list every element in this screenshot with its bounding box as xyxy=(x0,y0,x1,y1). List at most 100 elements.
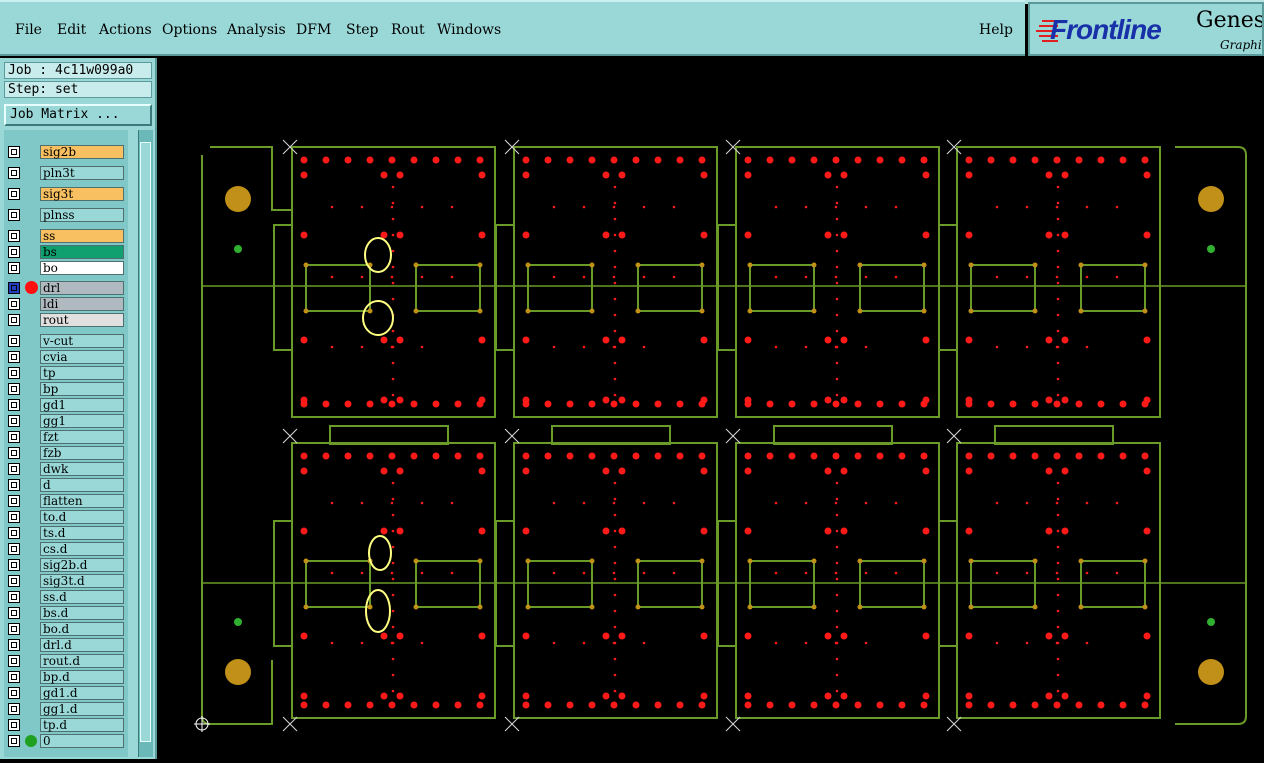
layer-row-v-cut[interactable]: v-cut xyxy=(4,333,128,349)
layer-row-ldi[interactable]: ldi xyxy=(4,296,128,312)
layer-checkbox[interactable] xyxy=(8,735,20,747)
layer-row-drl-d[interactable]: drl.d xyxy=(4,637,128,653)
layer-checkbox[interactable] xyxy=(8,719,20,731)
layer-checkbox[interactable] xyxy=(8,351,20,363)
layer-row-gd1[interactable]: gd1 xyxy=(4,397,128,413)
menu-file[interactable]: File xyxy=(15,22,42,38)
layer-checkbox[interactable] xyxy=(8,431,20,443)
via xyxy=(391,233,395,237)
layer-checkbox[interactable] xyxy=(8,188,20,200)
layer-checkbox[interactable] xyxy=(8,703,20,715)
smd-pad xyxy=(618,336,626,344)
corner-pad xyxy=(921,558,927,564)
menu-actions[interactable]: Actions xyxy=(99,22,152,38)
layer-row-bs-d[interactable]: bs.d xyxy=(4,605,128,621)
layer-row-bs[interactable]: bs xyxy=(4,244,128,260)
layer-row-ss[interactable]: ss xyxy=(4,228,128,244)
menu-rout[interactable]: Rout xyxy=(391,22,425,38)
layer-checkbox[interactable] xyxy=(8,262,20,274)
layer-checkbox[interactable] xyxy=(8,399,20,411)
layer-row-to-d[interactable]: to.d xyxy=(4,509,128,525)
layer-checkbox[interactable] xyxy=(8,527,20,539)
layer-row-sig3t-d[interactable]: sig3t.d xyxy=(4,573,128,589)
layer-row-gg1-d[interactable]: gg1.d xyxy=(4,701,128,717)
layer-checkbox[interactable] xyxy=(8,383,20,395)
layer-row-d[interactable]: d xyxy=(4,477,128,493)
layer-checkbox[interactable] xyxy=(8,335,20,347)
menu-edit[interactable]: Edit xyxy=(57,22,86,38)
layer-checkbox[interactable] xyxy=(8,511,20,523)
layer-row-gd1-d[interactable]: gd1.d xyxy=(4,685,128,701)
layer-row-cvia[interactable]: cvia xyxy=(4,349,128,365)
layer-checkbox[interactable] xyxy=(8,447,20,459)
smd-pad xyxy=(832,400,840,408)
layer-checkbox[interactable] xyxy=(8,463,20,475)
menu-dfm[interactable]: DFM xyxy=(296,22,331,38)
menu-help[interactable]: Help xyxy=(979,22,1013,38)
layer-checkbox[interactable] xyxy=(8,671,20,683)
layer-row-cs-d[interactable]: cs.d xyxy=(4,541,128,557)
menu-step[interactable]: Step xyxy=(346,22,378,38)
corner-pad xyxy=(477,308,483,314)
job-matrix-button[interactable]: Job Matrix ... xyxy=(4,104,152,126)
layer-checkbox[interactable] xyxy=(8,687,20,699)
layer-row-sig3t[interactable]: sig3t xyxy=(4,186,128,202)
layer-checkbox[interactable] xyxy=(8,623,20,635)
menu-options[interactable]: Options xyxy=(162,22,217,38)
layer-checkbox[interactable] xyxy=(8,167,20,179)
layer-checkbox[interactable] xyxy=(8,655,20,667)
layer-checkbox[interactable] xyxy=(8,282,20,294)
layer-row-rout[interactable]: rout xyxy=(4,312,128,328)
graphic-canvas[interactable] xyxy=(159,58,1264,759)
pcb-panel-view[interactable] xyxy=(159,58,1264,759)
layer-checkbox[interactable] xyxy=(8,314,20,326)
layer-row-flatten[interactable]: flatten xyxy=(4,493,128,509)
menu-windows[interactable]: Windows xyxy=(437,22,501,38)
scrollbar-thumb[interactable] xyxy=(140,142,151,742)
via xyxy=(391,201,395,205)
menu-analysis[interactable]: Analysis xyxy=(227,22,286,38)
layer-row-bo-d[interactable]: bo.d xyxy=(4,621,128,637)
via xyxy=(1055,501,1059,505)
layer-checkbox[interactable] xyxy=(8,415,20,427)
layer-row-sig2b-d[interactable]: sig2b.d xyxy=(4,557,128,573)
corner-pad xyxy=(811,262,817,268)
layer-checkbox[interactable] xyxy=(8,543,20,555)
layer-row-sig2b[interactable]: sig2b xyxy=(4,144,128,160)
layer-row-drl[interactable]: drl xyxy=(4,280,128,296)
layer-checkbox[interactable] xyxy=(8,639,20,651)
layer-row-bp-d[interactable]: bp.d xyxy=(4,669,128,685)
layer-row-pln3t[interactable]: pln3t xyxy=(4,165,128,181)
layer-row-gg1[interactable]: gg1 xyxy=(4,413,128,429)
layer-checkbox[interactable] xyxy=(8,479,20,491)
layer-checkbox[interactable] xyxy=(8,146,20,158)
layer-checkbox[interactable] xyxy=(8,246,20,258)
layer-row-ts-d[interactable]: ts.d xyxy=(4,525,128,541)
layer-row-fzb[interactable]: fzb xyxy=(4,445,128,461)
layer-checkbox[interactable] xyxy=(8,298,20,310)
smd-pad xyxy=(1009,701,1017,709)
layer-row-tp[interactable]: tp xyxy=(4,365,128,381)
layer-checkbox[interactable] xyxy=(8,575,20,587)
layer-checkbox[interactable] xyxy=(8,591,20,603)
via xyxy=(894,275,898,279)
layer-checkbox[interactable] xyxy=(8,230,20,242)
layer-row-plnss[interactable]: plnss xyxy=(4,207,128,223)
layer-row-rout-d[interactable]: rout.d xyxy=(4,653,128,669)
layer-name: sig2b xyxy=(40,145,124,159)
layer-row-bo[interactable]: bo xyxy=(4,260,128,276)
layer-row-dwk[interactable]: dwk xyxy=(4,461,128,477)
layer-row-fzt[interactable]: fzt xyxy=(4,429,128,445)
layer-checkbox[interactable] xyxy=(8,367,20,379)
layer-row-tp-d[interactable]: tp.d xyxy=(4,717,128,733)
layer-scrollbar[interactable] xyxy=(138,130,153,757)
layer-row-bp[interactable]: bp xyxy=(4,381,128,397)
layer-row-ss-d[interactable]: ss.d xyxy=(4,589,128,605)
smd-pad xyxy=(388,400,396,408)
layer-checkbox[interactable] xyxy=(8,209,20,221)
layer-checkbox[interactable] xyxy=(8,607,20,619)
layer-checkbox[interactable] xyxy=(8,559,20,571)
via xyxy=(613,577,617,581)
layer-row-0[interactable]: 0 xyxy=(4,733,128,749)
layer-checkbox[interactable] xyxy=(8,495,20,507)
